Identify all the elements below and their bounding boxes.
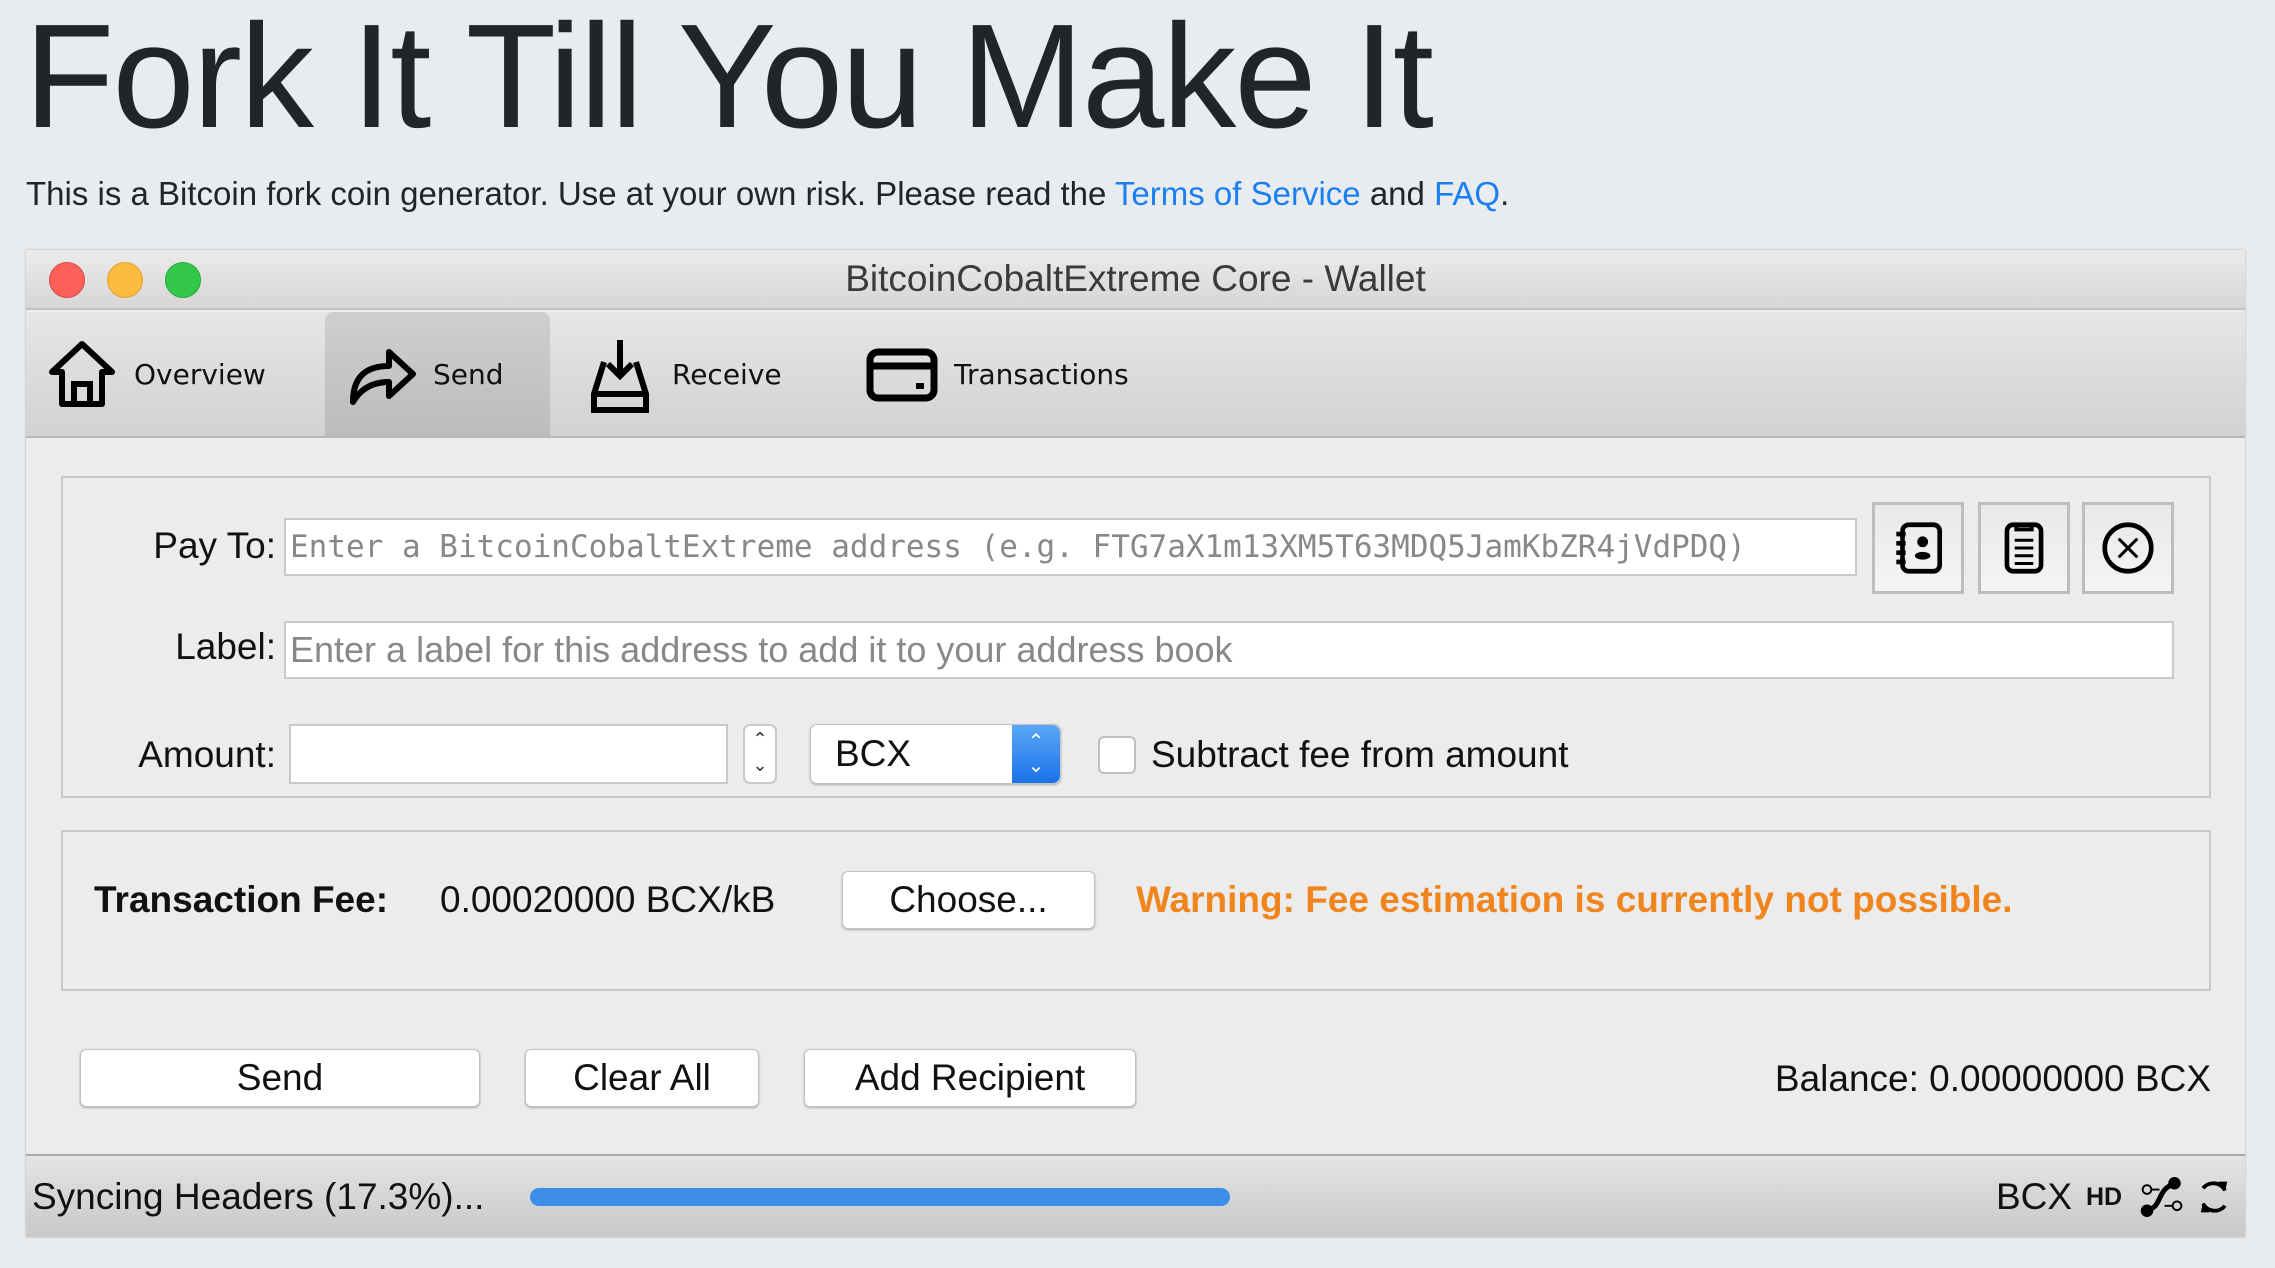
faq-link[interactable]: FAQ — [1434, 175, 1500, 212]
send-button[interactable]: Send — [80, 1049, 480, 1107]
receive-inbox-icon — [591, 340, 649, 413]
sync-progress-bar — [530, 1188, 1230, 1206]
tab-overview[interactable]: Overview — [26, 312, 316, 436]
fee-value: 0.00020000 BCX/kB — [440, 879, 776, 920]
fee-label: Transaction Fee: — [94, 879, 389, 920]
pay-to-input[interactable]: Enter a BitcoinCobaltExtreme address (e.… — [284, 518, 1857, 576]
tab-transactions[interactable]: Transactions — [846, 312, 1176, 436]
label-label: Label: — [175, 626, 276, 667]
label-input[interactable]: Enter a label for this address to add it… — [284, 621, 2174, 679]
send-arrow-icon — [350, 349, 416, 405]
tab-send[interactable]: Send — [325, 312, 550, 436]
page-title: Fork It Till You Make It — [24, 0, 1434, 159]
sync-icon[interactable] — [2192, 1174, 2236, 1220]
tab-label: Send — [433, 357, 504, 391]
terms-link[interactable]: Terms of Service — [1115, 175, 1361, 212]
amount-input[interactable] — [289, 724, 728, 784]
choose-fee-button[interactable]: Choose... — [842, 871, 1095, 929]
address-book-icon — [1896, 522, 1943, 574]
intro-prefix: This is a Bitcoin fork coin generator. U… — [26, 175, 1115, 212]
hd-indicator: HD — [2086, 1183, 2123, 1211]
clear-all-button[interactable]: Clear All — [525, 1049, 759, 1107]
unit-indicator: BCX — [1996, 1176, 2073, 1217]
tab-label: Receive — [672, 357, 782, 391]
paste-button[interactable] — [1978, 502, 2070, 594]
tab-label: Transactions — [954, 357, 1129, 391]
balance-label: Balance: 0.00000000 BCX — [1774, 1058, 2211, 1099]
clear-recipient-button[interactable] — [2082, 502, 2174, 594]
clipboard-icon — [2004, 522, 2044, 574]
add-recipient-button[interactable]: Add Recipient — [804, 1049, 1136, 1107]
close-circle-icon — [2102, 522, 2154, 574]
fee-warning: Warning: Fee estimation is currently not… — [1136, 879, 2013, 920]
sync-status-text: Syncing Headers (17.3%)... — [32, 1176, 485, 1217]
intro-and: and — [1360, 175, 1435, 212]
card-icon — [866, 348, 938, 402]
subtract-fee-checkbox[interactable] — [1098, 736, 1136, 774]
window-title: BitcoinCobaltExtreme Core - Wallet — [845, 258, 1426, 299]
unit-value: BCX — [835, 733, 912, 774]
subtract-fee-label: Subtract fee from amount — [1151, 734, 1569, 775]
wallet-window: BitcoinCobaltExtreme Core - Wallet Overv… — [26, 250, 2245, 1237]
status-bar: Syncing Headers (17.3%)... BCX HD — [26, 1154, 2245, 1237]
tab-receive[interactable]: Receive — [564, 312, 804, 436]
intro-text: This is a Bitcoin fork coin generator. U… — [26, 175, 1509, 213]
amount-spinner[interactable]: ⌃ ⌄ — [743, 724, 777, 784]
address-book-button[interactable] — [1872, 502, 1964, 594]
tab-label: Overview — [134, 357, 266, 391]
pay-to-label: Pay To: — [153, 525, 276, 566]
home-icon — [49, 341, 115, 407]
intro-suffix: . — [1500, 175, 1510, 212]
amount-label: Amount: — [138, 734, 276, 775]
title-bar: BitcoinCobaltExtreme Core - Wallet — [26, 250, 2245, 310]
unit-select[interactable]: BCX ⌃ ⌄ — [810, 724, 1061, 784]
chevron-updown-icon: ⌃ ⌄ — [1012, 725, 1060, 783]
toolbar: Overview Send Receive Transactions — [26, 312, 2245, 438]
network-icon[interactable] — [2137, 1172, 2187, 1222]
